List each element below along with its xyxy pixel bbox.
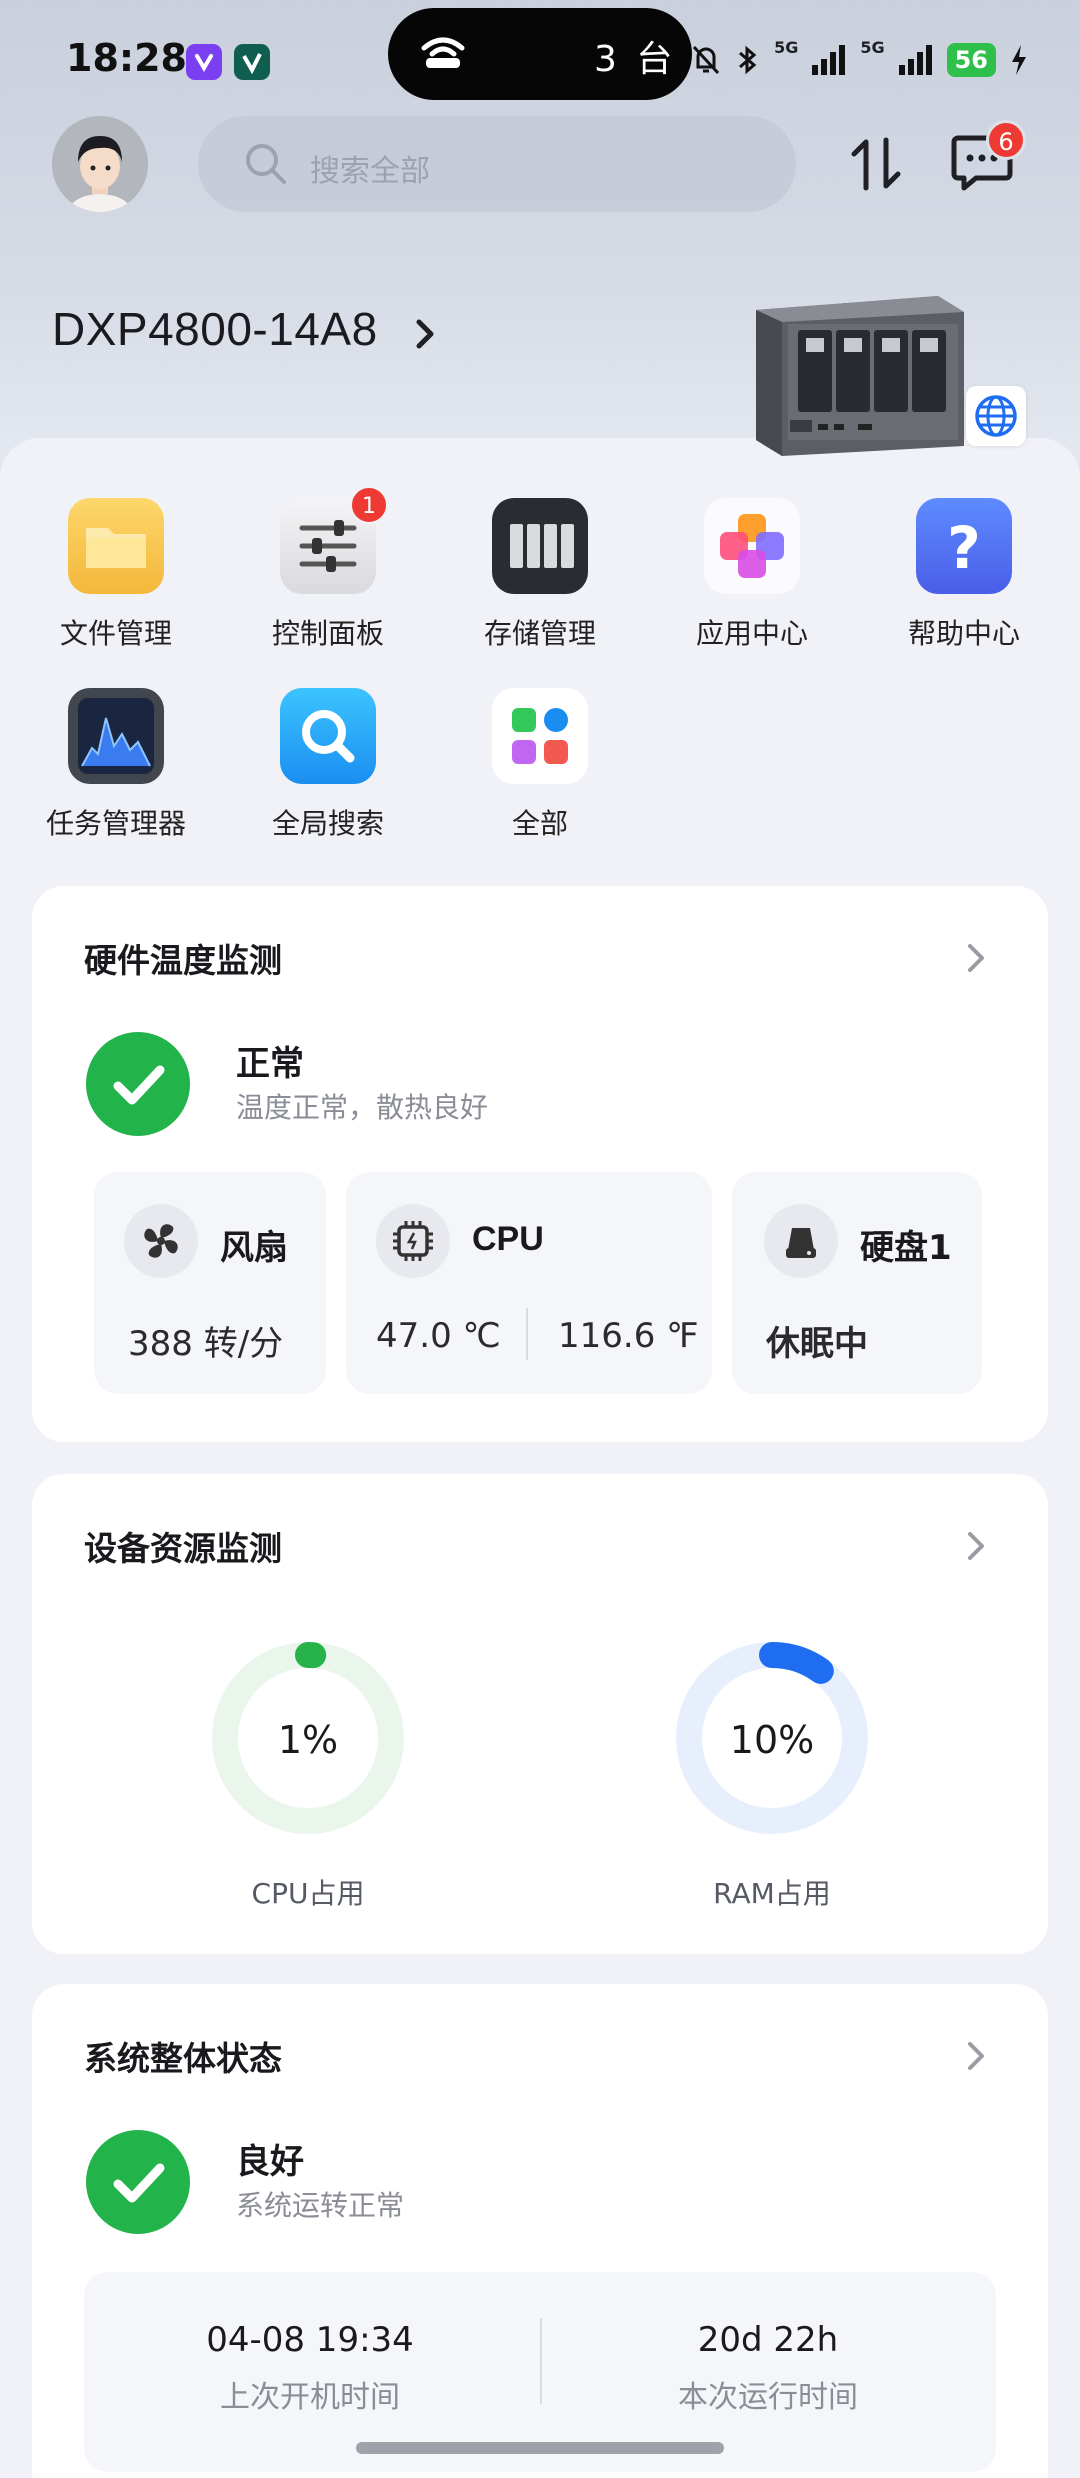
status-icons: 5G 5G 56 [690, 38, 1028, 82]
globe-icon [975, 395, 1017, 437]
app-label: 全部 [511, 807, 568, 840]
chevron-right-icon[interactable] [960, 2036, 990, 2076]
control-panel-icon: 1 [280, 486, 388, 594]
app-all[interactable]: 全部 [460, 688, 620, 842]
app-control-panel[interactable]: 1 控制面板 [248, 486, 408, 652]
card-title: 硬件温度监测 [84, 941, 282, 980]
search-icon [246, 144, 286, 184]
card-title: 系统整体状态 [84, 2039, 282, 2078]
device-name[interactable]: DXP4800-14A8 [52, 302, 378, 356]
status-ok-icon [86, 2130, 190, 2234]
chevron-right-icon[interactable] [960, 938, 990, 978]
chevron-right-icon[interactable] [410, 314, 440, 354]
mute-icon [692, 45, 720, 75]
global-search-icon [280, 688, 376, 784]
nas-device-image [756, 296, 964, 456]
charging-icon [1012, 45, 1026, 75]
status-title: 正常 [236, 1044, 304, 1084]
app-file-manager[interactable]: 文件管理 [36, 498, 196, 652]
message-badge: 6 [986, 120, 1026, 160]
signal-5g-label: 5G [774, 38, 799, 57]
app-center-icon [704, 498, 800, 594]
status-description: 温度正常，散热良好 [236, 1091, 489, 1124]
app-help-center[interactable]: ? 帮助中心 [884, 498, 1044, 652]
app-notification-icon-2 [234, 44, 270, 80]
signal-icon-2 [898, 45, 932, 75]
help-icon: ? [916, 498, 1012, 594]
signal-5g-label-2: 5G [860, 38, 885, 57]
app-label: 应用中心 [695, 617, 808, 650]
app-label: 存储管理 [483, 617, 596, 650]
cpu-temp-celsius: 47.0 ℃ [376, 1316, 501, 1356]
app-label: 全局搜索 [271, 807, 384, 840]
nas-link-icon [421, 37, 465, 68]
status-time: 18:28 [66, 36, 187, 80]
cpu-temp-fahrenheit: 116.6 ℉ [558, 1316, 699, 1356]
search-placeholder: 搜索全部 [310, 154, 430, 189]
card-title: 设备资源监测 [84, 1529, 282, 1568]
cpu-usage-value: 1% [277, 1718, 339, 1762]
app-label: 控制面板 [271, 617, 384, 650]
ram-usage-value: 10% [729, 1718, 815, 1762]
app-notification-icon [186, 44, 222, 80]
status-ok-icon [86, 1032, 190, 1136]
notification-badge: 1 [350, 486, 388, 524]
bluetooth-icon [739, 45, 757, 75]
status-title: 良好 [236, 2142, 304, 2182]
chevron-right-icon[interactable] [960, 1526, 990, 1566]
all-apps-icon [492, 688, 588, 784]
disk-label: 硬盘1 [860, 1228, 952, 1268]
app-label: 帮助中心 [907, 617, 1020, 650]
app-storage-manager[interactable]: 存储管理 [460, 498, 620, 652]
app-task-manager[interactable]: 任务管理器 [36, 688, 196, 842]
avatar[interactable] [52, 116, 148, 212]
remote-access-button[interactable] [966, 386, 1026, 446]
app-label: 任务管理器 [45, 807, 186, 840]
fan-speed-value: 388 转/分 [128, 1324, 284, 1364]
divider [526, 1308, 528, 1360]
hard-disk-icon [764, 1204, 838, 1278]
app-label: 文件管理 [59, 617, 172, 650]
cpu-label: CPU [472, 1220, 544, 1258]
home-indicator[interactable] [356, 2442, 724, 2454]
fan-icon [124, 1204, 198, 1278]
folder-icon [68, 498, 164, 594]
app-app-center[interactable]: 应用中心 [672, 498, 832, 652]
disk-status-value: 休眠中 [766, 1324, 868, 1364]
boot-time-value: 04-08 19:34 [206, 2320, 414, 2360]
task-manager-icon [68, 688, 164, 784]
ram-usage-label: RAM占用 [713, 1877, 831, 1910]
boot-time-label: 上次开机时间 [220, 2380, 400, 2415]
divider [540, 2318, 542, 2404]
transfer-icon[interactable] [848, 134, 904, 194]
uptime-value: 20d 22h [697, 2320, 839, 2360]
battery-indicator: 56 [946, 43, 996, 77]
signal-icon [812, 45, 846, 75]
uptime-label: 本次运行时间 [678, 2380, 858, 2415]
fan-label: 风扇 [220, 1228, 288, 1268]
island-device-count: 3 台 [594, 39, 677, 80]
cpu-usage-label: CPU占用 [251, 1877, 365, 1910]
cpu-chip-icon [376, 1204, 450, 1278]
svg-text:?: ? [947, 514, 981, 582]
storage-icon [492, 498, 588, 594]
app-global-search[interactable]: 全局搜索 [248, 688, 408, 842]
status-description: 系统运转正常 [236, 2189, 405, 2222]
